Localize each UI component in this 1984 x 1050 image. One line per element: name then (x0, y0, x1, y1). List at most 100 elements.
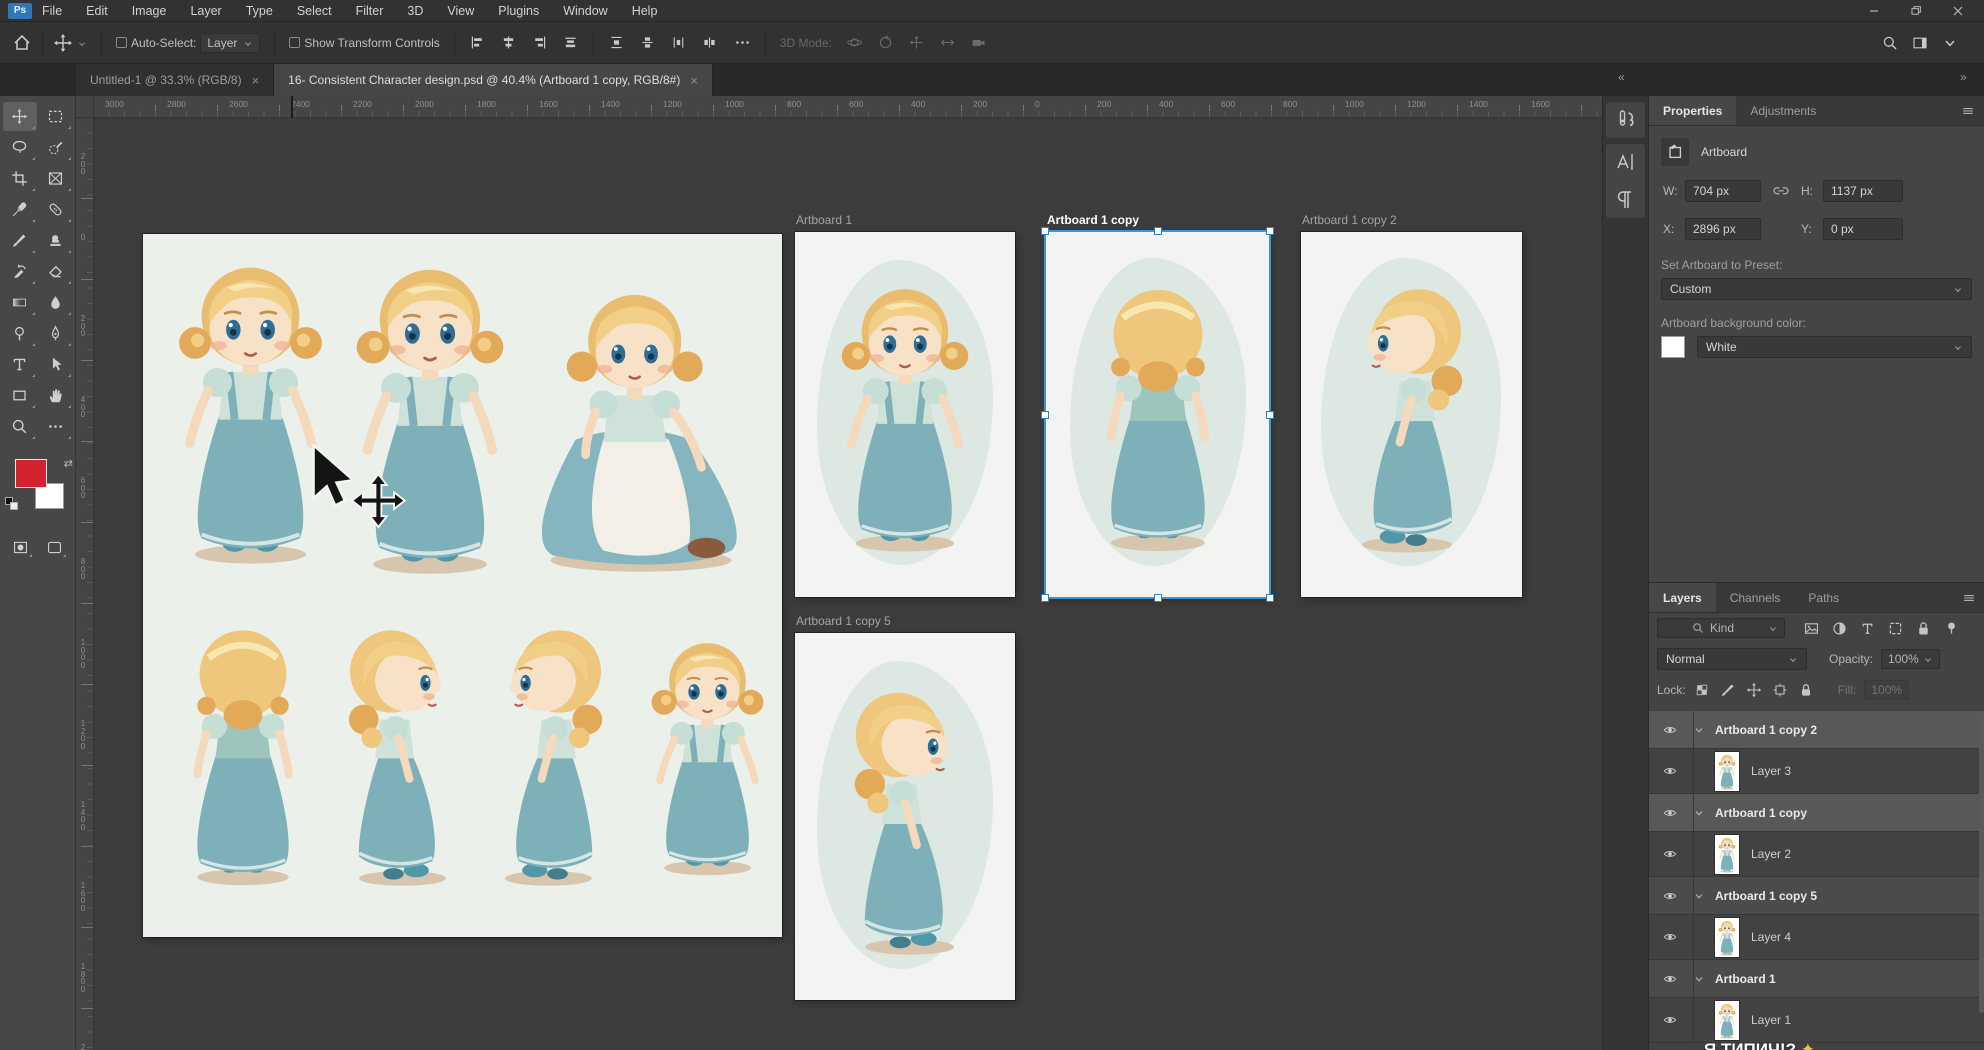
tab-properties[interactable]: Properties (1649, 96, 1736, 125)
artboard-1-copy[interactable]: Artboard 1 copy (1046, 232, 1269, 597)
path-selection-tool[interactable] (39, 350, 73, 379)
frame-tool[interactable] (39, 164, 73, 193)
menu-view[interactable]: View (447, 4, 474, 18)
close-icon[interactable] (1950, 3, 1966, 19)
default-colors-icon[interactable] (5, 497, 19, 511)
distribute-bottom-edges-icon[interactable] (670, 34, 687, 51)
tab-adjustments[interactable]: Adjustments (1736, 96, 1830, 125)
filter-type-layers-icon[interactable] (1859, 620, 1876, 637)
selection-handle[interactable] (1266, 594, 1274, 602)
y-field[interactable]: 0 px (1823, 218, 1903, 240)
current-tool-move-icon[interactable] (53, 33, 73, 53)
hand-tool[interactable] (39, 381, 73, 410)
artboard-bg-swatch[interactable] (1661, 336, 1685, 358)
minimize-icon[interactable] (1866, 3, 1882, 19)
pen-tool[interactable] (39, 319, 73, 348)
menu-type[interactable]: Type (246, 4, 273, 18)
menu-file[interactable]: File (42, 4, 62, 18)
lock-position-icon[interactable] (1746, 682, 1762, 698)
paragraph-panel-icon[interactable] (1614, 188, 1638, 212)
filter-smart-objects-icon[interactable] (1915, 620, 1932, 637)
layer-row-label[interactable]: Layer 4 (1751, 930, 1791, 944)
layer-row-label[interactable]: Layer 2 (1751, 847, 1791, 861)
selection-handle[interactable] (1266, 227, 1274, 235)
selection-handle[interactable] (1041, 411, 1049, 419)
distribute-top-edges-icon[interactable] (608, 34, 625, 51)
chevron-down-icon[interactable] (77, 38, 87, 48)
menu-layer[interactable]: Layer (190, 4, 221, 18)
panel-menu-icon[interactable] (1961, 590, 1977, 606)
selection-handle[interactable] (1041, 227, 1049, 235)
gradient-tool[interactable] (3, 288, 37, 317)
layer-filter-toggle-icon[interactable] (1943, 620, 1960, 637)
selection-handle[interactable] (1041, 594, 1049, 602)
layer-visibility-icon[interactable] (1661, 723, 1679, 737)
zoom-tool[interactable] (3, 412, 37, 441)
rectangle-tool[interactable] (3, 381, 37, 410)
3d-pan-icon[interactable] (908, 34, 925, 51)
layer-thumbnail[interactable] (1715, 752, 1739, 791)
artboard-big[interactable] (143, 234, 782, 937)
restore-icon[interactable] (1908, 3, 1924, 19)
dodge-tool[interactable] (3, 319, 37, 348)
distribute-horizontal-icon[interactable] (701, 34, 718, 51)
artboard-label[interactable]: Artboard 1 copy 5 (796, 614, 891, 628)
search-icon[interactable] (1882, 35, 1898, 51)
workspace-switcher-icon[interactable] (1912, 35, 1928, 51)
eraser-tool[interactable] (39, 257, 73, 286)
rectangular-marquee-tool[interactable] (39, 102, 73, 131)
layer-visibility-icon[interactable] (1661, 972, 1679, 986)
menu-help[interactable]: Help (632, 4, 658, 18)
tab-close-icon[interactable]: × (252, 73, 260, 88)
tab-close-icon[interactable]: × (690, 73, 698, 88)
menu-plugins[interactable]: Plugins (498, 4, 539, 18)
collapse-panels-icon[interactable]: « (1618, 70, 1624, 84)
home-icon[interactable] (12, 33, 32, 53)
opacity-field[interactable]: 100% (1881, 649, 1940, 669)
blend-mode-select[interactable]: Normal (1657, 648, 1807, 670)
lasso-tool[interactable] (3, 133, 37, 162)
crop-tool[interactable] (3, 164, 37, 193)
layers-row-layer[interactable]: Layer 4 (1649, 915, 1984, 960)
chevron-down-icon[interactable] (1693, 890, 1705, 902)
move-tool[interactable] (3, 102, 37, 131)
layer-visibility-icon[interactable] (1661, 806, 1679, 820)
artboard-1-copy-2[interactable]: Artboard 1 copy 2 (1301, 232, 1522, 597)
align-options-icon[interactable] (734, 34, 751, 51)
artboard-1[interactable]: Artboard 1 (795, 232, 1015, 597)
document-tab[interactable]: Untitled-1 @ 33.3% (RGB/8) × (76, 64, 274, 96)
chevron-down-icon[interactable] (1942, 35, 1958, 51)
tab-channels[interactable]: Channels (1716, 583, 1795, 612)
blur-tool[interactable] (39, 288, 73, 317)
menu-edit[interactable]: Edit (86, 4, 108, 18)
chevron-down-icon[interactable] (1693, 973, 1705, 985)
link-dimensions-icon[interactable] (1761, 182, 1801, 200)
layers-row-artboard[interactable]: Artboard 1 (1649, 960, 1984, 998)
lock-pixels-icon[interactable] (1720, 682, 1736, 698)
panel-menu-icon[interactable] (1960, 103, 1976, 119)
auto-select-target-dropdown[interactable]: Layer (200, 33, 260, 53)
auto-select-checkbox[interactable] (116, 37, 127, 48)
brush-tool[interactable] (3, 226, 37, 255)
align-horizontal-centers-icon[interactable] (500, 34, 517, 51)
align-right-edges-icon[interactable] (531, 34, 548, 51)
menu-image[interactable]: Image (132, 4, 167, 18)
3d-camera-icon[interactable] (970, 34, 987, 51)
filter-adjustment-layers-icon[interactable] (1831, 620, 1848, 637)
artboard-1-copy-5[interactable]: Artboard 1 copy 5 (795, 633, 1015, 1000)
layer-filter-kind-select[interactable]: Kind (1657, 618, 1785, 638)
layers-scrollbar[interactable] (1979, 713, 1984, 1013)
menu-3d[interactable]: 3D (407, 4, 423, 18)
3d-roll-icon[interactable] (877, 34, 894, 51)
layers-row-layer[interactable]: Layer 3 (1649, 749, 1984, 794)
width-field[interactable]: 704 px (1685, 180, 1761, 202)
type-tool[interactable] (3, 350, 37, 379)
artboard-row-label[interactable]: Artboard 1 copy 2 (1715, 723, 1817, 737)
layer-visibility-icon[interactable] (1661, 764, 1679, 778)
artboard-row-label[interactable]: Artboard 1 copy (1715, 806, 1807, 820)
layer-thumbnail[interactable] (1715, 918, 1739, 957)
layers-row-artboard[interactable]: Artboard 1 copy (1649, 794, 1984, 832)
layers-row-artboard[interactable]: Artboard 1 copy 2 (1649, 711, 1984, 749)
layer-row-label[interactable]: Layer 1 (1751, 1013, 1791, 1027)
filter-pixel-layers-icon[interactable] (1803, 620, 1820, 637)
